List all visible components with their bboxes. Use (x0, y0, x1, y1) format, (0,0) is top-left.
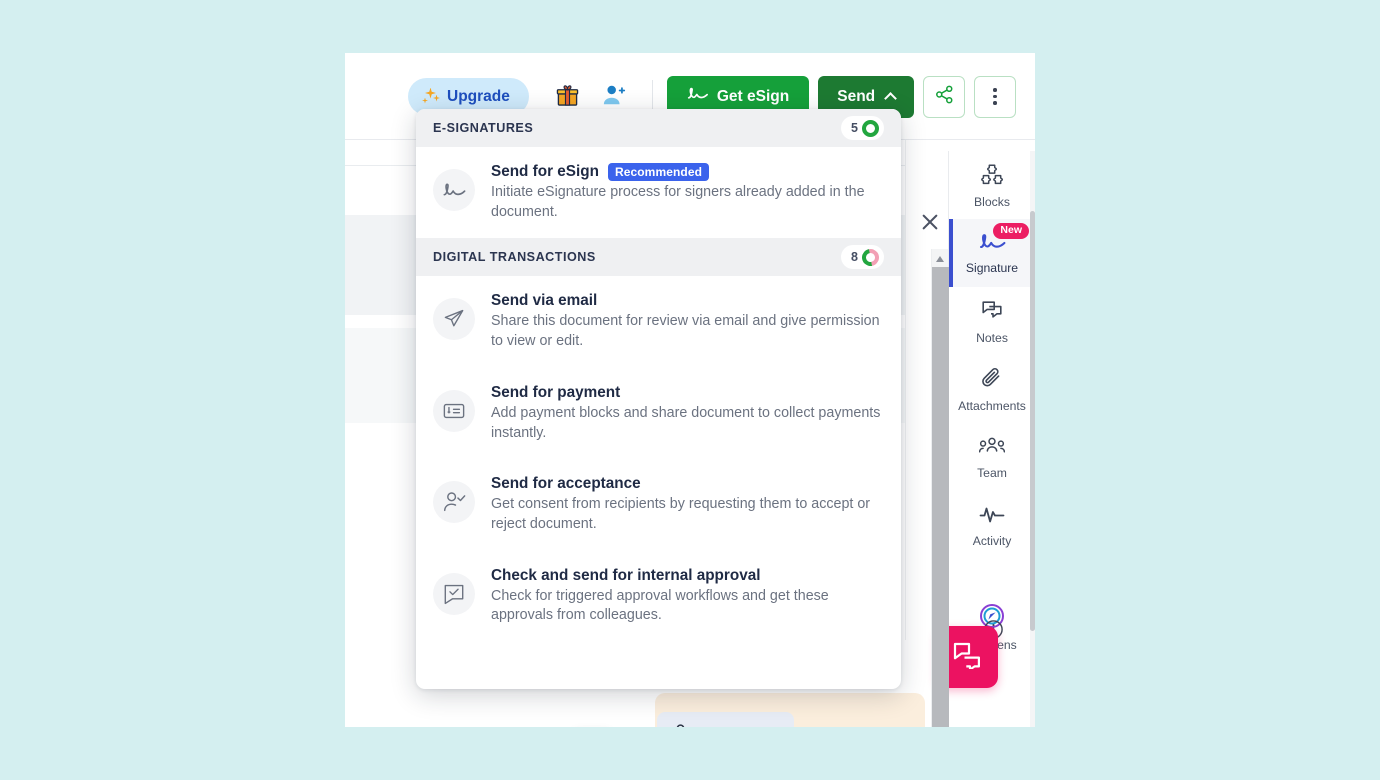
right-sidebar: Blocks New Signature Notes Attachments T… (936, 151, 1035, 727)
sidebar-scrollbar-thumb[interactable] (1030, 211, 1035, 631)
chat-bubbles-icon (952, 641, 982, 674)
attachment-icon (980, 366, 1004, 395)
notes-icon (980, 298, 1004, 327)
sidebar-item-team[interactable]: Team (949, 423, 1035, 491)
send-label: Send (837, 87, 876, 105)
count-value: 8 (851, 250, 858, 265)
menu-item-title: Send for acceptance (491, 475, 641, 493)
panel-scrollbar[interactable] (931, 249, 949, 727)
menu-item-description: Check for triggered approval workflows a… (491, 587, 829, 624)
user-check-icon (433, 481, 475, 524)
chevron-up-icon (884, 91, 898, 105)
share-icon (935, 85, 954, 109)
app-window: Name + 100% Upgrade (345, 53, 1035, 727)
new-badge: New (993, 223, 1029, 239)
send-dropdown-menu: E-SIGNATURES 5 Send for eSign Recommende… (416, 109, 901, 689)
menu-item-description: Initiate eSignature process for signers … (491, 184, 865, 220)
progress-ring-icon (858, 245, 883, 270)
menu-item-title: Send for payment (491, 383, 621, 401)
chat-check-icon (433, 572, 475, 615)
sidebar-scrollbar[interactable] (1030, 151, 1035, 727)
menu-item-send-for-payment[interactable]: Send for payment Add payment blocks and … (416, 367, 901, 460)
name-field-label: Name (699, 725, 739, 727)
menu-item-title: Send via email (491, 292, 598, 310)
menu-item-description: Add payment blocks and share document to… (491, 404, 881, 441)
name-field-chip[interactable]: Name (657, 712, 794, 727)
digital-transactions-count-badge: 8 (841, 245, 884, 270)
gift-icon (556, 84, 579, 110)
menu-item-description: Share this document for review via email… (491, 313, 880, 350)
sidebar-item-notes[interactable]: Notes (949, 287, 1035, 355)
sidebar-item-activity[interactable]: Activity (949, 491, 1035, 559)
sidebar-item-signature[interactable]: New Signature (949, 219, 1035, 287)
progress-ring-icon (862, 119, 879, 137)
signature-icon (687, 86, 709, 107)
share-button[interactable] (923, 75, 966, 118)
recommended-badge: Recommended (607, 163, 710, 181)
menu-item-title: Check and send for internal approval (491, 566, 761, 584)
menu-item-send-for-acceptance[interactable]: Send for acceptance Get consent from rec… (416, 459, 901, 551)
menu-section-header-esignatures: E-SIGNATURES 5 (416, 109, 901, 147)
menu-item-check-and-send-internal-approval[interactable]: Check and send for internal approval Che… (416, 550, 901, 643)
sparkles-icon (422, 87, 440, 106)
upgrade-label: Upgrade (447, 87, 510, 105)
sidebar-label-team: Team (977, 465, 1007, 480)
sidebar-label-blocks: Blocks (974, 194, 1010, 209)
sidebar-label-attachments: Attachments (958, 398, 1026, 413)
section-title: E-SIGNATURES (433, 121, 534, 135)
menu-item-send-for-esign[interactable]: Send for eSign Recommended Initiate eSig… (416, 147, 901, 239)
esign-count-badge: 5 (841, 116, 884, 140)
activity-icon (979, 503, 1005, 530)
person-icon (673, 723, 688, 727)
paper-plane-icon (433, 298, 475, 341)
team-icon (978, 435, 1006, 462)
scroll-up-button[interactable] (932, 249, 949, 267)
sidebar-label-signature: Signature (965, 260, 1019, 275)
menu-item-description: Get consent from recipients by requestin… (491, 496, 871, 533)
menu-item-send-via-email[interactable]: Send via email Share this document for r… (416, 276, 901, 368)
close-icon[interactable] (919, 211, 941, 233)
section-title: DIGITAL TRANSACTIONS (433, 250, 596, 265)
blocks-icon (980, 162, 1004, 191)
sidebar-label-activity: Activity (972, 533, 1012, 548)
panel-scrollbar-thumb[interactable] (932, 267, 949, 727)
sidebar-item-blocks[interactable]: Blocks (949, 151, 1035, 219)
add-user-icon (602, 84, 626, 109)
payment-card-icon (433, 389, 475, 432)
get-esign-label: Get eSign (716, 87, 790, 105)
menu-item-title: Send for eSign (491, 163, 599, 180)
sidebar-item-attachments[interactable]: Attachments (949, 355, 1035, 423)
signature-icon (433, 169, 475, 211)
sidebar-label-notes: Notes (976, 330, 1008, 345)
more-options-button[interactable] (974, 75, 1017, 118)
more-vertical-icon (993, 88, 997, 105)
menu-section-header-digital-transactions: DIGITAL TRANSACTIONS 8 (416, 238, 901, 277)
count-value: 5 (851, 121, 858, 135)
